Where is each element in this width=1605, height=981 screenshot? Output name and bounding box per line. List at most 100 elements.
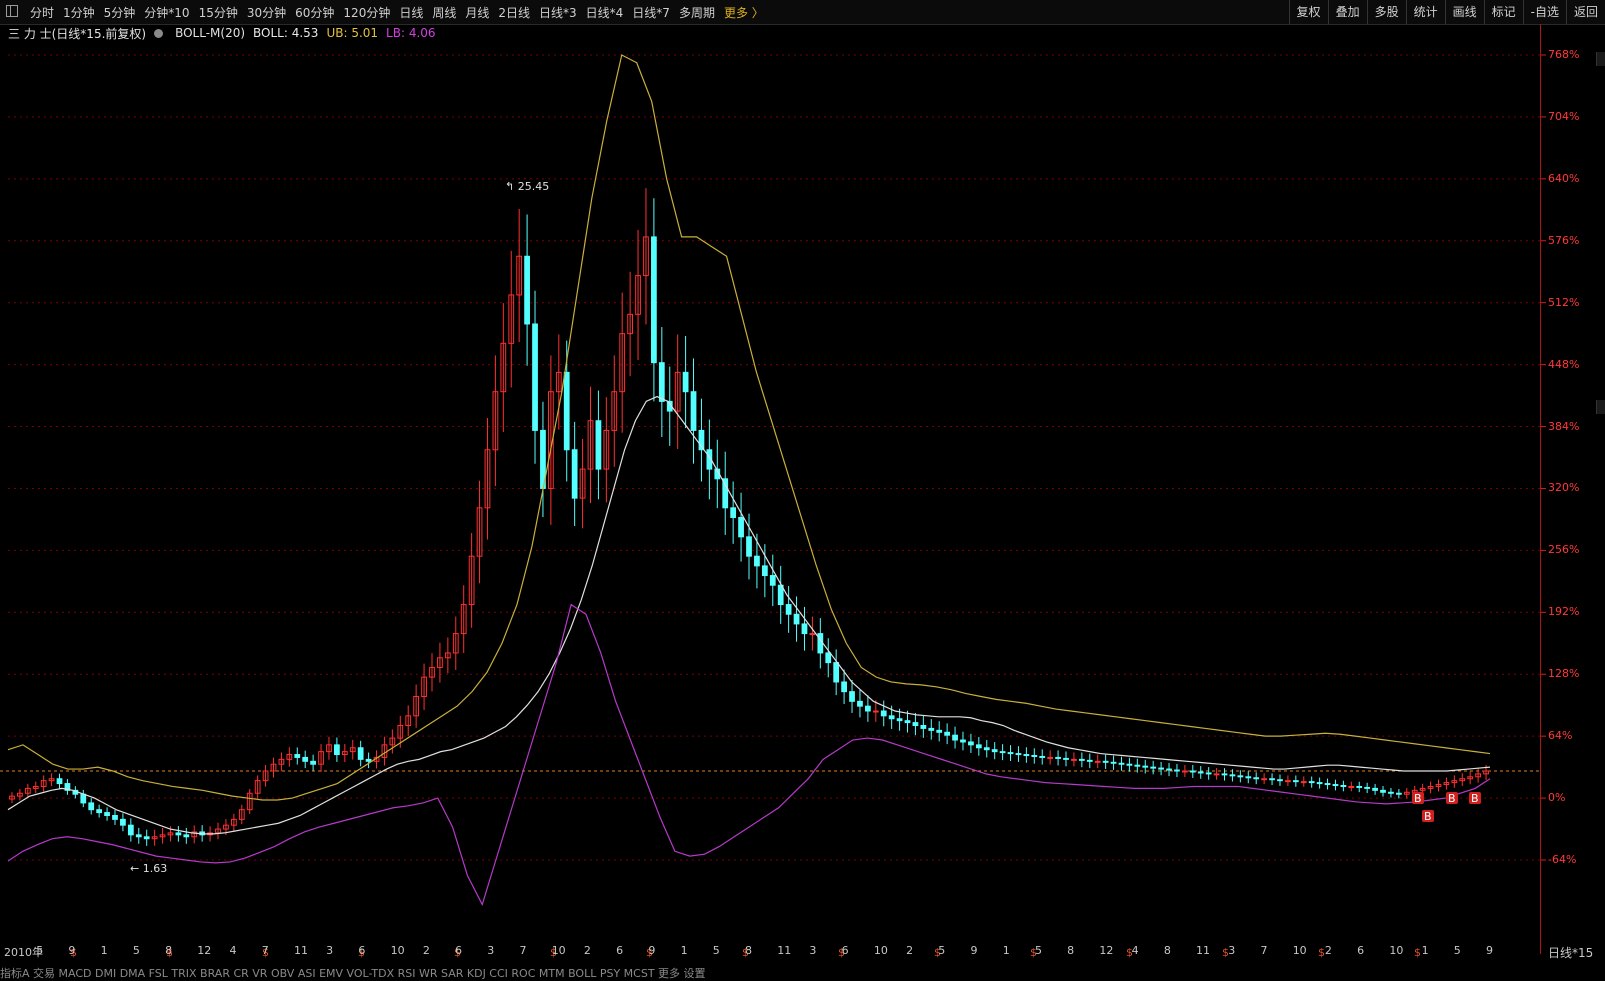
price-label: 768% bbox=[1548, 48, 1580, 61]
candle-body bbox=[960, 739, 966, 743]
price-label: 128% bbox=[1548, 667, 1580, 681]
candle-body bbox=[1055, 756, 1061, 759]
candle-body bbox=[1126, 763, 1133, 766]
candle-body bbox=[1316, 782, 1323, 785]
time-label: 9 bbox=[1486, 944, 1493, 957]
candle-body bbox=[1205, 772, 1212, 775]
time-label: 2 bbox=[906, 944, 914, 957]
time-label: 1 bbox=[1002, 944, 1010, 957]
event-marker: $ bbox=[1414, 946, 1421, 959]
candle-body bbox=[1285, 780, 1291, 783]
candle-body bbox=[1277, 779, 1283, 782]
candle-body bbox=[1364, 786, 1371, 789]
candle-body bbox=[1015, 753, 1022, 756]
period-label[interactable]: 日线*15 bbox=[1548, 944, 1593, 961]
time-label: 4 bbox=[229, 944, 237, 957]
time-label: 5 bbox=[938, 944, 946, 957]
candles bbox=[9, 188, 1489, 846]
price-label: 64% bbox=[1548, 729, 1573, 743]
time-label: 1 bbox=[1421, 944, 1429, 957]
buy-signal-label: B bbox=[1414, 792, 1422, 805]
boll-upper-line bbox=[7, 54, 1491, 801]
candle-body bbox=[127, 824, 134, 836]
candle-body bbox=[112, 814, 118, 820]
candle-body bbox=[302, 756, 309, 762]
price-label: 192% bbox=[1548, 605, 1580, 619]
candle-body bbox=[658, 362, 665, 402]
candle-body bbox=[849, 691, 855, 702]
candle-body bbox=[825, 652, 832, 664]
candle-body bbox=[1332, 784, 1339, 787]
time-label: 10 bbox=[1292, 944, 1307, 957]
candle-body bbox=[1023, 754, 1030, 757]
candle-body bbox=[1395, 792, 1402, 795]
candle-body bbox=[936, 729, 943, 733]
price-label: 0% bbox=[1548, 791, 1566, 805]
candle-body bbox=[769, 575, 776, 586]
candle-body bbox=[864, 705, 871, 712]
candlestick-chart[interactable]: ↰ 25.45← 1.63BBB B$ $ $ $ $ $ $ $ $ $ $ $ $ $ $ bbox=[0, 0, 1605, 981]
candle-body bbox=[1213, 773, 1220, 776]
candle-body bbox=[1380, 789, 1386, 793]
candle-body bbox=[841, 681, 847, 693]
time-label: 3 bbox=[1228, 944, 1236, 957]
time-label: 3 bbox=[809, 944, 817, 957]
candle-body bbox=[777, 584, 784, 606]
candle-body bbox=[809, 633, 816, 636]
scroll-handle-mid[interactable] bbox=[1596, 400, 1605, 414]
candle-body bbox=[920, 725, 927, 729]
candle-body bbox=[682, 371, 689, 393]
candle-body bbox=[571, 449, 578, 499]
candle-body bbox=[746, 536, 752, 557]
time-label: 4 bbox=[1131, 944, 1139, 957]
candle-body bbox=[1150, 766, 1157, 769]
candle-body bbox=[80, 793, 87, 804]
candle-body bbox=[793, 613, 800, 625]
candle-body bbox=[1189, 770, 1196, 773]
scroll-handle-top[interactable] bbox=[1596, 52, 1605, 66]
candle-body bbox=[833, 662, 840, 683]
candle-body bbox=[999, 751, 1006, 754]
time-label: 11 bbox=[777, 944, 792, 957]
time-label: 8 bbox=[745, 944, 752, 957]
indicator-tabs[interactable]: 指标A 交易 MACD DMI DMA FSL TRIX BRAR CR VR … bbox=[0, 965, 706, 981]
candle-body bbox=[1142, 765, 1149, 768]
candle-body bbox=[1182, 770, 1188, 773]
price-label: 448% bbox=[1548, 357, 1580, 371]
candle-body bbox=[294, 754, 301, 758]
candle-body bbox=[754, 555, 760, 567]
price-label: 576% bbox=[1548, 233, 1580, 247]
candle-body bbox=[761, 565, 768, 577]
candle-body bbox=[896, 718, 903, 722]
candle-body bbox=[983, 747, 990, 751]
candle-body bbox=[1237, 775, 1244, 778]
buy-signal-label: B bbox=[1471, 792, 1479, 805]
candle-body bbox=[1197, 771, 1204, 774]
candle-body bbox=[1031, 755, 1038, 758]
candle-body bbox=[357, 747, 364, 760]
candle-body bbox=[1221, 773, 1228, 776]
buy-signal-label: B bbox=[1424, 810, 1432, 823]
time-label: 11 bbox=[293, 944, 308, 957]
candle-body bbox=[1039, 755, 1046, 758]
candle-body bbox=[1007, 752, 1014, 755]
candle-body bbox=[817, 633, 824, 654]
price-label: 512% bbox=[1548, 295, 1580, 309]
time-label: 6 bbox=[841, 944, 849, 957]
time-label: 5 bbox=[1034, 944, 1042, 957]
candle-body bbox=[730, 507, 737, 518]
price-label: 384% bbox=[1548, 419, 1580, 433]
time-label: 5 bbox=[1453, 944, 1461, 957]
low-price-label: ← 1.63 bbox=[130, 862, 167, 875]
candle-body bbox=[1261, 778, 1268, 781]
time-label: 5 bbox=[132, 944, 140, 957]
candle-body bbox=[1063, 757, 1069, 760]
candle-body bbox=[143, 836, 150, 840]
boll-mid-line bbox=[7, 395, 1491, 835]
candle-body bbox=[1269, 778, 1275, 781]
candle-body bbox=[975, 744, 982, 749]
time-label: 5 bbox=[712, 944, 720, 957]
chart-grid bbox=[0, 54, 1546, 861]
candle-body bbox=[563, 371, 570, 451]
time-label: 2 bbox=[422, 944, 430, 957]
